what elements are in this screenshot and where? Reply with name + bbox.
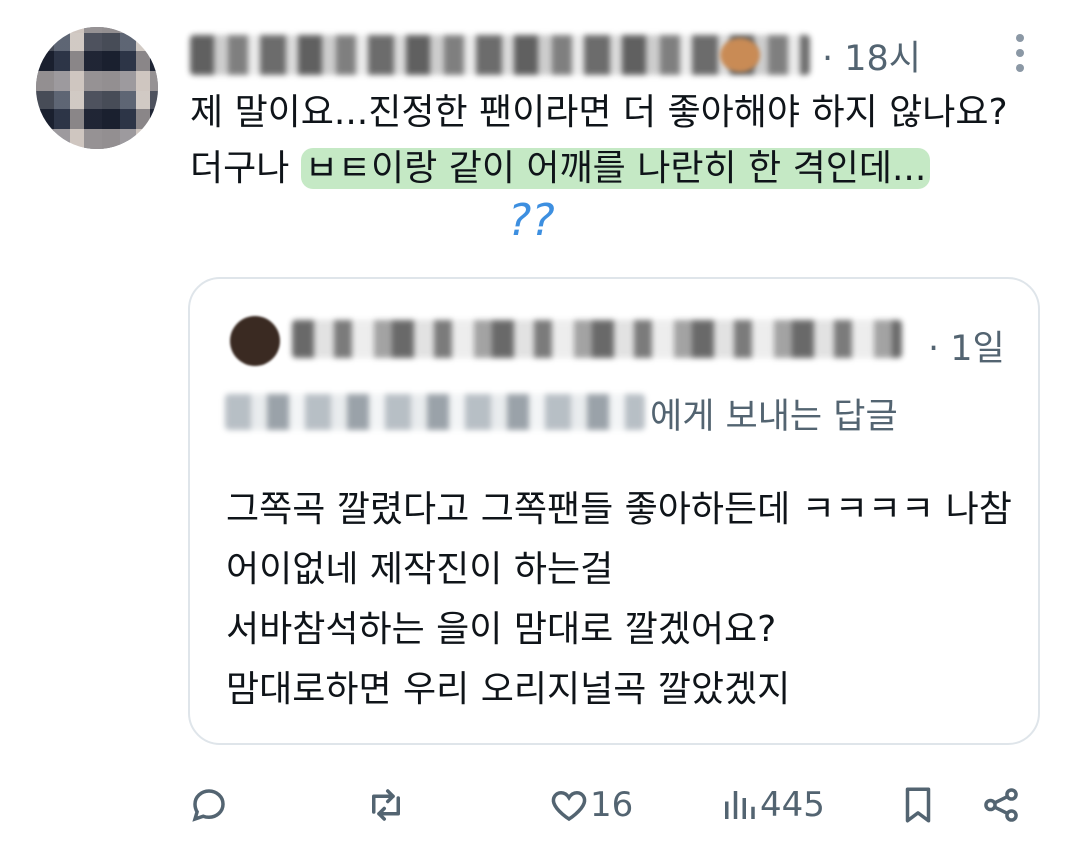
more-options-icon[interactable]: [1010, 34, 1030, 74]
quoted-tweet-timestamp: · 1일: [928, 329, 1005, 369]
reply-to-handle-redacted: [225, 394, 645, 430]
like-button[interactable]: 16: [548, 780, 633, 830]
tweet-text-highlighted: ㅂㅌ이랑 같이 어깨를 나란히 한 격인데...: [300, 148, 931, 189]
views-button[interactable]: 445: [718, 780, 825, 830]
author-name-redacted[interactable]: [190, 35, 810, 75]
handwritten-question-marks: ??: [508, 195, 555, 246]
tweet-timestamp[interactable]: · 18시: [822, 30, 921, 81]
reply-to-label: 에게 보내는 답글: [650, 397, 898, 437]
author-name-emoji: [720, 38, 760, 72]
heart-icon: [551, 790, 587, 822]
like-count: 16: [590, 785, 634, 825]
tweet-action-bar: 16 445: [0, 780, 1080, 830]
share-icon: [984, 788, 1018, 822]
quoted-author-name-redacted: [292, 320, 902, 358]
quoted-tweet-text: 그쪽곡 깔렸다고 그쪽팬들 좋아하든데 ㅋㅋㅋㅋ 나참 어이없네 제작진이 하는…: [226, 489, 1012, 710]
reply-icon: [192, 789, 225, 822]
retweet-button[interactable]: [365, 780, 407, 830]
author-avatar[interactable]: [36, 27, 158, 149]
reply-button[interactable]: [188, 780, 230, 830]
retweet-icon: [372, 789, 400, 821]
quoted-author-avatar: [230, 316, 280, 366]
bookmark-button[interactable]: [897, 780, 939, 830]
share-button[interactable]: [980, 780, 1022, 830]
bookmark-icon: [905, 787, 931, 823]
views-count: 445: [760, 785, 825, 825]
tweet-text: 제 말이요...진정한 팬이라면 더 좋아해야 하지 않나요? 더구나 ㅂㅌ이랑…: [190, 85, 1020, 197]
views-icon: [725, 791, 755, 819]
